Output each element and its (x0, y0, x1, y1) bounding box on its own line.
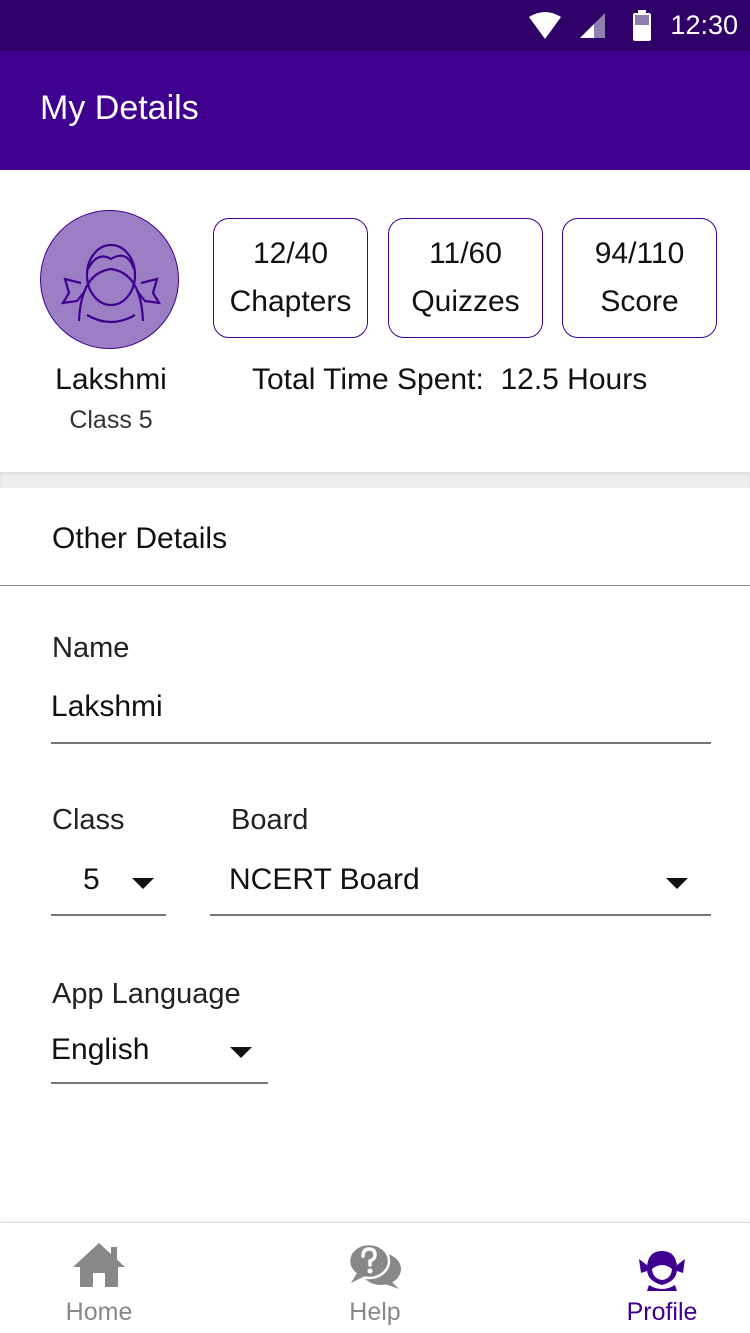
chapters-stat-label: Chapters (229, 285, 352, 318)
score-stat: 94/110 Score (562, 218, 717, 338)
avatar (40, 210, 179, 349)
nav-label-home: Home (65, 1298, 133, 1326)
wifi-icon (529, 11, 562, 39)
other-details-header: Other Details (0, 488, 750, 586)
board-dropdown-value: NCERT Board (229, 863, 420, 896)
status-time: 12:30 (670, 10, 738, 40)
board-dropdown[interactable]: NCERT Board (210, 852, 711, 916)
nav-item-help[interactable]: Help (290, 1223, 460, 1333)
nav-label-profile: Profile (626, 1298, 698, 1326)
app-language-dropdown[interactable]: English (51, 1022, 268, 1084)
section-title: Other Details (52, 522, 228, 555)
chevron-down-icon (132, 878, 154, 889)
app-language-value: English (51, 1033, 150, 1066)
app-bar: My Details (0, 51, 750, 170)
home-icon (73, 1243, 125, 1287)
chevron-down-icon (666, 878, 688, 889)
quizzes-stat: 11/60 Quizzes (388, 218, 543, 338)
app-language-label: App Language (52, 978, 241, 1010)
page-title: My Details (40, 89, 199, 127)
status-icons: 12:30 (528, 0, 750, 51)
section-divider (0, 472, 750, 488)
score-stat-value: 94/110 (594, 237, 685, 270)
chevron-down-icon (230, 1047, 252, 1058)
class-dropdown[interactable]: 5 (51, 852, 166, 916)
profile-summary-card: Lakshmi Class 5 12/40 Chapters 11/60 Qui… (0, 170, 750, 472)
help-chat-icon (347, 1242, 401, 1289)
status-bar: 12:30 (0, 0, 750, 51)
nav-item-profile[interactable]: Profile (577, 1223, 747, 1333)
board-dropdown-underline (210, 914, 711, 916)
girl-avatar-icon (60, 243, 162, 324)
student-name: Lakshmi (55, 363, 167, 396)
name-field-underline (51, 742, 711, 744)
student-class: Class 5 (69, 406, 153, 434)
bottom-navigation: Home Help Profile (0, 1222, 750, 1333)
total-time-spent: Total Time Spent: 12.5 Hours (252, 363, 648, 396)
class-dropdown-value: 5 (83, 863, 100, 896)
class-field-label: Class (52, 804, 125, 836)
name-field-value: Lakshmi (51, 690, 163, 723)
chapters-stat-value: 12/40 (252, 237, 329, 270)
profile-girl-icon (639, 1251, 685, 1291)
board-field-label: Board (231, 804, 309, 836)
name-field-label: Name (52, 632, 130, 664)
chapters-stat: 12/40 Chapters (213, 218, 368, 338)
score-stat-label: Score (600, 285, 679, 318)
nav-label-help: Help (349, 1298, 401, 1326)
class-dropdown-underline (51, 914, 166, 916)
name-field[interactable]: Lakshmi (51, 680, 711, 744)
quizzes-stat-label: Quizzes (411, 285, 520, 318)
app-language-underline (51, 1082, 268, 1084)
quizzes-stat-value: 11/60 (429, 237, 502, 270)
battery-icon (633, 9, 652, 41)
cell-signal-icon (580, 12, 606, 38)
nav-item-home[interactable]: Home (14, 1223, 184, 1333)
